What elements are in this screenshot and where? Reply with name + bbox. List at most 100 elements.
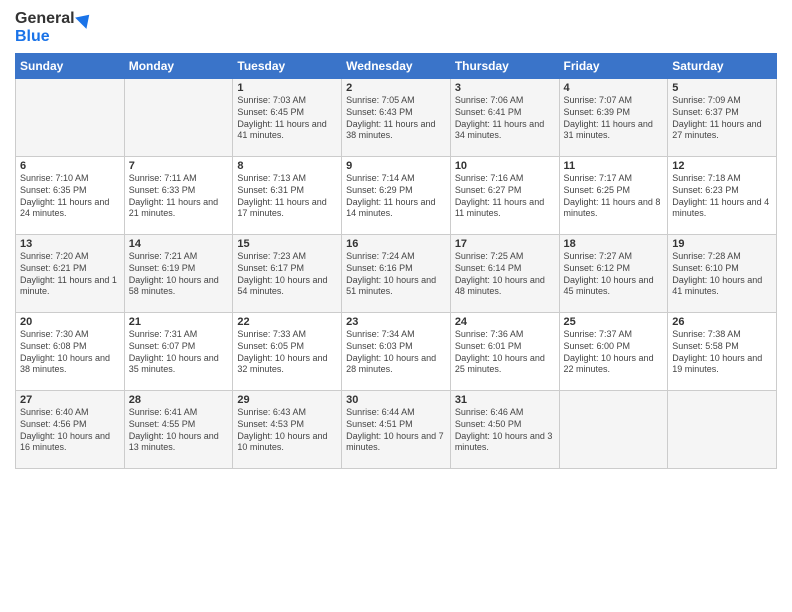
day-header-wednesday: Wednesday [342, 54, 451, 79]
day-number: 14 [129, 238, 229, 250]
calendar-cell: 13Sunrise: 7:20 AM Sunset: 6:21 PM Dayli… [16, 235, 125, 313]
cell-content: Sunrise: 7:30 AM Sunset: 6:08 PM Dayligh… [20, 329, 120, 376]
calendar-cell: 30Sunrise: 6:44 AM Sunset: 4:51 PM Dayli… [342, 391, 451, 469]
calendar-cell: 23Sunrise: 7:34 AM Sunset: 6:03 PM Dayli… [342, 313, 451, 391]
day-number: 22 [237, 316, 337, 328]
calendar-cell: 18Sunrise: 7:27 AM Sunset: 6:12 PM Dayli… [559, 235, 668, 313]
calendar-container: General Blue SundayMondayTuesdayWednesda… [0, 0, 792, 612]
cell-content: Sunrise: 7:21 AM Sunset: 6:19 PM Dayligh… [129, 251, 229, 298]
day-number: 21 [129, 316, 229, 328]
day-number: 31 [455, 394, 555, 406]
cell-content: Sunrise: 6:43 AM Sunset: 4:53 PM Dayligh… [237, 407, 337, 454]
cell-content: Sunrise: 7:28 AM Sunset: 6:10 PM Dayligh… [672, 251, 772, 298]
cell-content: Sunrise: 7:23 AM Sunset: 6:17 PM Dayligh… [237, 251, 337, 298]
day-number: 17 [455, 238, 555, 250]
header-row: SundayMondayTuesdayWednesdayThursdayFrid… [16, 54, 777, 79]
cell-content: Sunrise: 7:06 AM Sunset: 6:41 PM Dayligh… [455, 95, 555, 142]
logo-blue: Blue [15, 28, 93, 46]
cell-content: Sunrise: 7:03 AM Sunset: 6:45 PM Dayligh… [237, 95, 337, 142]
day-header-thursday: Thursday [450, 54, 559, 79]
week-row-1: 1Sunrise: 7:03 AM Sunset: 6:45 PM Daylig… [16, 79, 777, 157]
day-number: 7 [129, 160, 229, 172]
day-number: 26 [672, 316, 772, 328]
day-number: 9 [346, 160, 446, 172]
calendar-cell: 26Sunrise: 7:38 AM Sunset: 5:58 PM Dayli… [668, 313, 777, 391]
calendar-cell: 6Sunrise: 7:10 AM Sunset: 6:35 PM Daylig… [16, 157, 125, 235]
cell-content: Sunrise: 7:07 AM Sunset: 6:39 PM Dayligh… [564, 95, 664, 142]
cell-content: Sunrise: 7:14 AM Sunset: 6:29 PM Dayligh… [346, 173, 446, 220]
calendar-cell: 1Sunrise: 7:03 AM Sunset: 6:45 PM Daylig… [233, 79, 342, 157]
cell-content: Sunrise: 6:41 AM Sunset: 4:55 PM Dayligh… [129, 407, 229, 454]
cell-content: Sunrise: 7:27 AM Sunset: 6:12 PM Dayligh… [564, 251, 664, 298]
calendar-cell: 25Sunrise: 7:37 AM Sunset: 6:00 PM Dayli… [559, 313, 668, 391]
day-number: 18 [564, 238, 664, 250]
cell-content: Sunrise: 7:37 AM Sunset: 6:00 PM Dayligh… [564, 329, 664, 376]
day-number: 10 [455, 160, 555, 172]
cell-content: Sunrise: 7:09 AM Sunset: 6:37 PM Dayligh… [672, 95, 772, 142]
cell-content: Sunrise: 7:25 AM Sunset: 6:14 PM Dayligh… [455, 251, 555, 298]
calendar-cell: 27Sunrise: 6:40 AM Sunset: 4:56 PM Dayli… [16, 391, 125, 469]
cell-content: Sunrise: 6:46 AM Sunset: 4:50 PM Dayligh… [455, 407, 555, 454]
calendar-cell: 12Sunrise: 7:18 AM Sunset: 6:23 PM Dayli… [668, 157, 777, 235]
cell-content: Sunrise: 7:05 AM Sunset: 6:43 PM Dayligh… [346, 95, 446, 142]
calendar-cell: 10Sunrise: 7:16 AM Sunset: 6:27 PM Dayli… [450, 157, 559, 235]
calendar-cell [559, 391, 668, 469]
calendar-cell: 16Sunrise: 7:24 AM Sunset: 6:16 PM Dayli… [342, 235, 451, 313]
day-number: 20 [20, 316, 120, 328]
day-number: 2 [346, 82, 446, 94]
day-header-saturday: Saturday [668, 54, 777, 79]
calendar-cell: 19Sunrise: 7:28 AM Sunset: 6:10 PM Dayli… [668, 235, 777, 313]
calendar-cell: 4Sunrise: 7:07 AM Sunset: 6:39 PM Daylig… [559, 79, 668, 157]
day-number: 25 [564, 316, 664, 328]
cell-content: Sunrise: 7:31 AM Sunset: 6:07 PM Dayligh… [129, 329, 229, 376]
cell-content: Sunrise: 7:10 AM Sunset: 6:35 PM Dayligh… [20, 173, 120, 220]
calendar-cell [668, 391, 777, 469]
day-header-sunday: Sunday [16, 54, 125, 79]
calendar-cell: 28Sunrise: 6:41 AM Sunset: 4:55 PM Dayli… [124, 391, 233, 469]
day-number: 1 [237, 82, 337, 94]
day-number: 23 [346, 316, 446, 328]
calendar-cell: 5Sunrise: 7:09 AM Sunset: 6:37 PM Daylig… [668, 79, 777, 157]
calendar-cell: 3Sunrise: 7:06 AM Sunset: 6:41 PM Daylig… [450, 79, 559, 157]
calendar-cell: 9Sunrise: 7:14 AM Sunset: 6:29 PM Daylig… [342, 157, 451, 235]
calendar-cell: 17Sunrise: 7:25 AM Sunset: 6:14 PM Dayli… [450, 235, 559, 313]
day-header-monday: Monday [124, 54, 233, 79]
calendar-cell: 7Sunrise: 7:11 AM Sunset: 6:33 PM Daylig… [124, 157, 233, 235]
calendar-cell: 22Sunrise: 7:33 AM Sunset: 6:05 PM Dayli… [233, 313, 342, 391]
cell-content: Sunrise: 7:24 AM Sunset: 6:16 PM Dayligh… [346, 251, 446, 298]
day-number: 28 [129, 394, 229, 406]
cell-content: Sunrise: 7:33 AM Sunset: 6:05 PM Dayligh… [237, 329, 337, 376]
calendar-cell: 20Sunrise: 7:30 AM Sunset: 6:08 PM Dayli… [16, 313, 125, 391]
cell-content: Sunrise: 7:38 AM Sunset: 5:58 PM Dayligh… [672, 329, 772, 376]
week-row-2: 6Sunrise: 7:10 AM Sunset: 6:35 PM Daylig… [16, 157, 777, 235]
cell-content: Sunrise: 6:44 AM Sunset: 4:51 PM Dayligh… [346, 407, 446, 454]
cell-content: Sunrise: 6:40 AM Sunset: 4:56 PM Dayligh… [20, 407, 120, 454]
calendar-cell: 8Sunrise: 7:13 AM Sunset: 6:31 PM Daylig… [233, 157, 342, 235]
day-number: 29 [237, 394, 337, 406]
cell-content: Sunrise: 7:34 AM Sunset: 6:03 PM Dayligh… [346, 329, 446, 376]
calendar-cell: 24Sunrise: 7:36 AM Sunset: 6:01 PM Dayli… [450, 313, 559, 391]
day-number: 13 [20, 238, 120, 250]
cell-content: Sunrise: 7:11 AM Sunset: 6:33 PM Dayligh… [129, 173, 229, 220]
calendar-cell: 15Sunrise: 7:23 AM Sunset: 6:17 PM Dayli… [233, 235, 342, 313]
day-number: 30 [346, 394, 446, 406]
day-number: 3 [455, 82, 555, 94]
calendar-cell: 21Sunrise: 7:31 AM Sunset: 6:07 PM Dayli… [124, 313, 233, 391]
week-row-5: 27Sunrise: 6:40 AM Sunset: 4:56 PM Dayli… [16, 391, 777, 469]
week-row-4: 20Sunrise: 7:30 AM Sunset: 6:08 PM Dayli… [16, 313, 777, 391]
cell-content: Sunrise: 7:17 AM Sunset: 6:25 PM Dayligh… [564, 173, 664, 220]
calendar-cell: 14Sunrise: 7:21 AM Sunset: 6:19 PM Dayli… [124, 235, 233, 313]
cell-content: Sunrise: 7:13 AM Sunset: 6:31 PM Dayligh… [237, 173, 337, 220]
day-number: 16 [346, 238, 446, 250]
calendar-cell: 31Sunrise: 6:46 AM Sunset: 4:50 PM Dayli… [450, 391, 559, 469]
calendar-table: SundayMondayTuesdayWednesdayThursdayFrid… [15, 53, 777, 469]
day-number: 19 [672, 238, 772, 250]
cell-content: Sunrise: 7:16 AM Sunset: 6:27 PM Dayligh… [455, 173, 555, 220]
cell-content: Sunrise: 7:18 AM Sunset: 6:23 PM Dayligh… [672, 173, 772, 220]
logo: General Blue [15, 10, 93, 45]
day-number: 11 [564, 160, 664, 172]
day-number: 5 [672, 82, 772, 94]
calendar-cell [16, 79, 125, 157]
calendar-cell [124, 79, 233, 157]
day-number: 8 [237, 160, 337, 172]
